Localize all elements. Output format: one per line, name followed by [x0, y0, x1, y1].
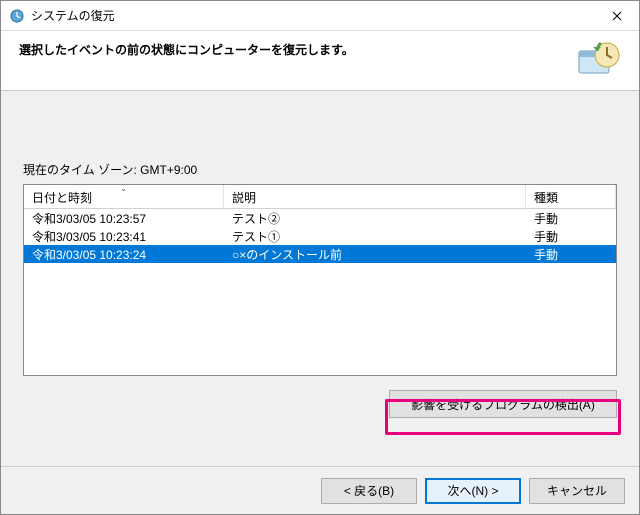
restore-graphic-icon — [575, 37, 623, 85]
cell-type: 手動 — [526, 245, 616, 263]
dialog-heading: 選択したイベントの前の状態にコンピューターを復元します。 — [19, 41, 621, 58]
column-header-description[interactable]: 説明 — [224, 185, 526, 208]
back-button[interactable]: < 戻る(B) — [321, 478, 417, 504]
timezone-label: 現在のタイム ゾーン: GMT+9:00 — [23, 161, 617, 178]
table-row[interactable]: 令和3/03/05 10:23:24○×のインストール前手動 — [24, 245, 616, 263]
restore-points-list[interactable]: ⌄ 日付と時刻 説明 種類 令和3/03/05 10:23:57テスト②手動令和… — [23, 184, 617, 376]
table-row[interactable]: 令和3/03/05 10:23:57テスト②手動 — [24, 209, 616, 227]
list-header: ⌄ 日付と時刻 説明 種類 — [24, 185, 616, 209]
dialog-body: 現在のタイム ゾーン: GMT+9:00 ⌄ 日付と時刻 説明 種類 令和3/0… — [1, 91, 639, 430]
cell-description: テスト① — [224, 227, 526, 245]
column-header-type[interactable]: 種類 — [526, 185, 616, 208]
scan-affected-programs-button[interactable]: 影響を受けるプログラムの検出(A) — [389, 390, 617, 418]
cell-date: 令和3/03/05 10:23:41 — [24, 227, 224, 245]
titlebar: システムの復元 — [1, 1, 639, 31]
cell-date: 令和3/03/05 10:23:57 — [24, 209, 224, 227]
cell-type: 手動 — [526, 209, 616, 227]
list-rows: 令和3/03/05 10:23:57テスト②手動令和3/03/05 10:23:… — [24, 209, 616, 263]
cell-description: テスト② — [224, 209, 526, 227]
chevron-down-icon: ⌄ — [120, 184, 127, 193]
window-title: システムの復元 — [31, 7, 594, 24]
close-button[interactable] — [594, 1, 639, 31]
column-header-date[interactable]: ⌄ 日付と時刻 — [24, 185, 224, 208]
table-row[interactable]: 令和3/03/05 10:23:41テスト①手動 — [24, 227, 616, 245]
cell-type: 手動 — [526, 227, 616, 245]
dialog-footer: < 戻る(B) 次へ(N) > キャンセル — [1, 466, 639, 514]
cell-description: ○×のインストール前 — [224, 245, 526, 263]
dialog-header: 選択したイベントの前の状態にコンピューターを復元します。 — [1, 31, 639, 91]
cancel-button[interactable]: キャンセル — [529, 478, 625, 504]
cell-date: 令和3/03/05 10:23:24 — [24, 245, 224, 263]
system-restore-icon — [9, 8, 25, 24]
next-button[interactable]: 次へ(N) > — [425, 478, 521, 504]
